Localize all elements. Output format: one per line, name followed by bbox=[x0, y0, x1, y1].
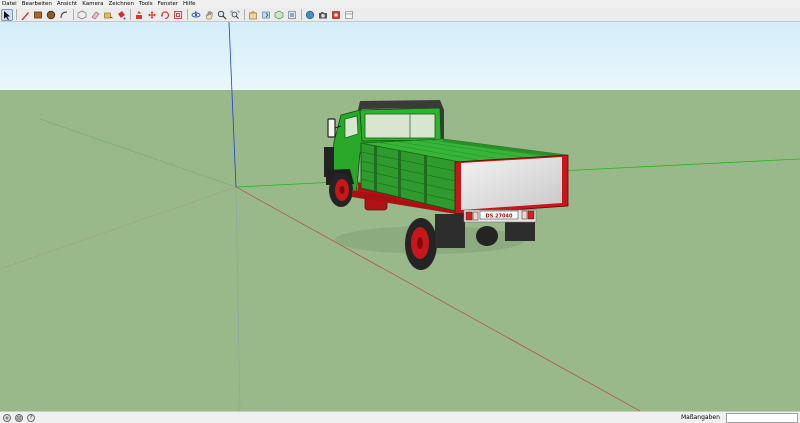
measurements-field[interactable] bbox=[726, 413, 798, 423]
circle-tool[interactable] bbox=[45, 9, 57, 21]
measurements-label: Maßangaben bbox=[681, 414, 720, 421]
push-pull-icon bbox=[134, 10, 144, 20]
layout-button[interactable] bbox=[343, 9, 355, 21]
cab-side-window bbox=[344, 115, 359, 139]
license-plate-text: DS 27040 bbox=[486, 213, 513, 219]
menu-datei[interactable]: Datei bbox=[2, 0, 17, 8]
toolbar bbox=[0, 8, 800, 22]
rear-hub bbox=[417, 237, 423, 249]
menu-fenster[interactable]: Fenster bbox=[158, 0, 178, 8]
pencil-icon bbox=[20, 10, 30, 20]
rotate-icon bbox=[160, 10, 170, 20]
toolbar-separator bbox=[73, 9, 74, 20]
tape-measure-tool[interactable] bbox=[102, 9, 114, 21]
tailgate-panel bbox=[461, 157, 562, 210]
offset-tool[interactable] bbox=[172, 9, 184, 21]
move-icon bbox=[147, 10, 157, 20]
zoom-tool[interactable] bbox=[216, 9, 228, 21]
left-mudflap bbox=[435, 214, 465, 248]
offset-icon bbox=[173, 10, 183, 20]
menu-bar: Datei Bearbeiten Ansicht Kamera Zeichnen Tool… bbox=[0, 0, 800, 8]
camera-icon bbox=[318, 10, 328, 20]
zoom-extents-tool[interactable] bbox=[229, 9, 241, 21]
sky bbox=[0, 22, 800, 90]
rear-tire-right bbox=[476, 226, 498, 246]
component-library-button[interactable] bbox=[286, 9, 298, 21]
warehouse-icon bbox=[248, 10, 258, 20]
toolbar-separator bbox=[244, 9, 245, 20]
globe-icon bbox=[305, 10, 315, 20]
arc-tool[interactable] bbox=[58, 9, 70, 21]
component-icon bbox=[77, 10, 87, 20]
share-icon bbox=[261, 10, 271, 20]
share-component-icon bbox=[274, 10, 284, 20]
preview-google-earth-button[interactable] bbox=[304, 9, 316, 21]
select-tool[interactable] bbox=[1, 8, 13, 21]
cab-rear-window bbox=[364, 113, 436, 139]
toolbar-separator bbox=[130, 9, 131, 20]
line-tool[interactable] bbox=[19, 9, 31, 21]
credits-icon[interactable] bbox=[15, 414, 23, 422]
extension-warehouse-button[interactable] bbox=[330, 9, 342, 21]
sketchup-window: Datei Bearbeiten Ansicht Kamera Zeichnen Tool… bbox=[0, 0, 800, 423]
zoom-extents-icon bbox=[230, 10, 240, 20]
eraser-icon bbox=[90, 10, 100, 20]
help-icon[interactable]: ? bbox=[27, 414, 35, 422]
rectangle-icon bbox=[33, 10, 43, 20]
arc-icon bbox=[59, 10, 69, 20]
menu-tools[interactable]: Tools bbox=[139, 0, 153, 8]
pan-tool[interactable] bbox=[203, 9, 215, 21]
extension-icon bbox=[331, 10, 341, 20]
share-component-button[interactable] bbox=[273, 9, 285, 21]
library-icon bbox=[287, 10, 297, 20]
circle-icon bbox=[46, 10, 56, 20]
push-pull-tool[interactable] bbox=[133, 9, 145, 21]
side-mirror bbox=[327, 118, 336, 138]
rotate-tool[interactable] bbox=[159, 9, 171, 21]
menu-bearbeiten[interactable]: Bearbeiten bbox=[22, 0, 52, 8]
tape-measure-icon bbox=[103, 10, 113, 20]
menu-ansicht[interactable]: Ansicht bbox=[57, 0, 77, 8]
magnifier-icon bbox=[217, 10, 227, 20]
share-model-button[interactable] bbox=[260, 9, 272, 21]
rectangle-tool[interactable] bbox=[32, 9, 44, 21]
photo-textures-button[interactable] bbox=[317, 9, 329, 21]
toolbar-separator bbox=[16, 9, 17, 20]
toolbar-separator bbox=[187, 9, 188, 20]
eraser-tool[interactable] bbox=[89, 9, 101, 21]
toolbar-separator bbox=[301, 9, 302, 20]
status-bar: ? Maßangaben bbox=[0, 411, 800, 423]
hand-icon bbox=[204, 10, 214, 20]
menu-hilfe[interactable]: Hilfe bbox=[183, 0, 196, 8]
drawing-viewport[interactable]: DS 27040 bbox=[0, 22, 800, 411]
menu-zeichnen[interactable]: Zeichnen bbox=[108, 0, 134, 8]
paint-bucket-icon bbox=[116, 10, 126, 20]
orbit-icon bbox=[191, 10, 201, 20]
orbit-tool[interactable] bbox=[190, 9, 202, 21]
layout-icon bbox=[344, 10, 354, 20]
paint-bucket-tool[interactable] bbox=[115, 9, 127, 21]
menu-kamera[interactable]: Kamera bbox=[82, 0, 103, 8]
front-hub bbox=[339, 186, 345, 194]
get-models-button[interactable] bbox=[247, 9, 259, 21]
arrow-cursor-icon bbox=[2, 10, 12, 20]
make-component-tool[interactable] bbox=[76, 9, 88, 21]
move-tool[interactable] bbox=[146, 9, 158, 21]
scene-canvas[interactable]: DS 27040 bbox=[0, 22, 800, 411]
geo-location-icon[interactable] bbox=[3, 414, 11, 422]
